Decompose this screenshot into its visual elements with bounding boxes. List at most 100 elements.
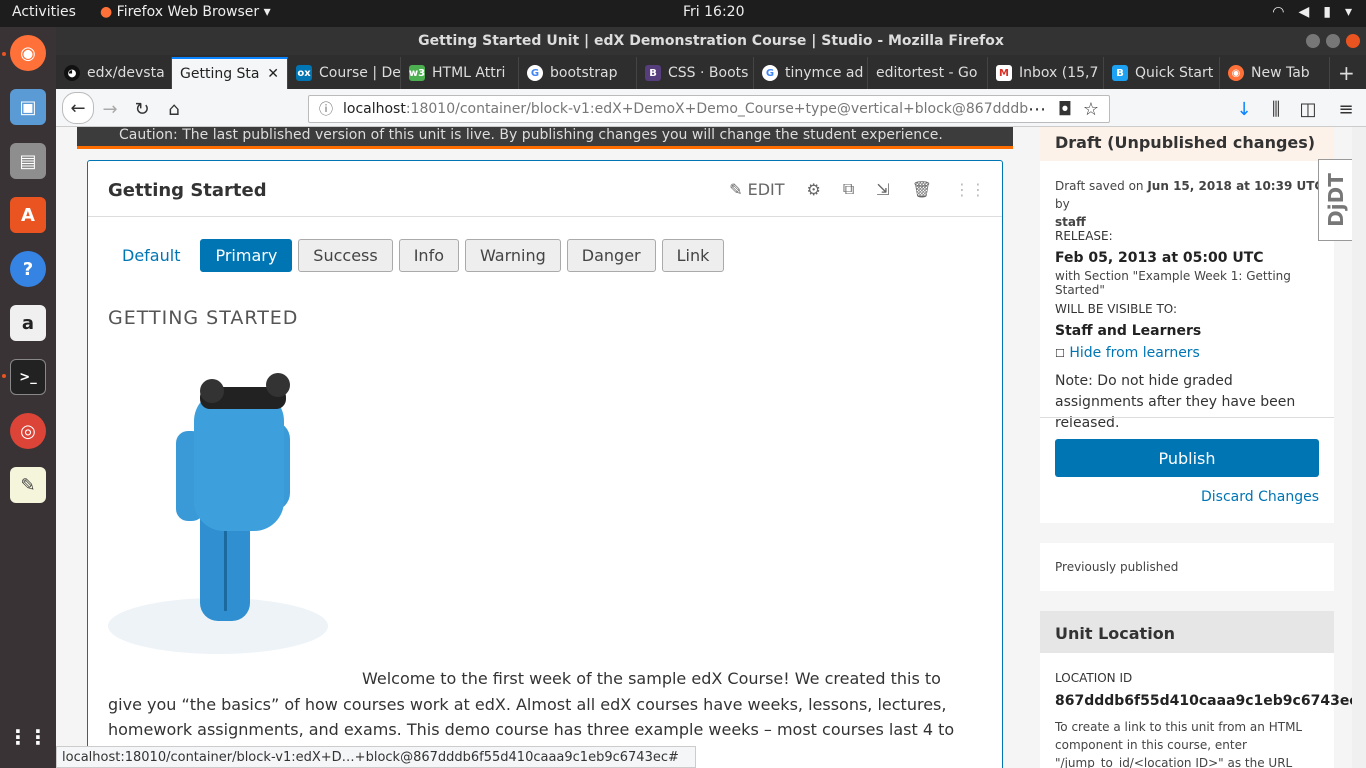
previously-published-panel: Previously published: [1040, 543, 1334, 591]
chevron-down-icon: ▾: [1344, 4, 1352, 20]
edit-label: EDIT: [747, 179, 785, 199]
firefox-icon: ◉: [1228, 65, 1244, 81]
gear-icon[interactable]: ⚙: [807, 180, 821, 199]
tab-css-bootstrap[interactable]: B CSS · Boots: [637, 57, 754, 89]
new-tab-button[interactable]: +: [1330, 57, 1366, 89]
danger-button[interactable]: Danger: [566, 239, 656, 272]
firefox-icon[interactable]: ◉: [10, 35, 46, 71]
window-titlebar: Getting Started Unit | edX Demonstration…: [56, 27, 1366, 55]
bookmark-star-icon[interactable]: ☆: [1080, 95, 1102, 123]
hide-from-learners-checkbox[interactable]: ☐ Hide from learners: [1055, 345, 1200, 361]
app-grid-icon[interactable]: ⋮⋮: [8, 719, 48, 755]
files-icon[interactable]: ▤: [10, 143, 46, 179]
minimize-button[interactable]: [1306, 34, 1320, 48]
url-host: localhost: [343, 101, 406, 117]
dock: ◉ ▣ ▤ A ? a >_ ◎ ✎ ⋮⋮: [0, 27, 56, 768]
page-actions-icon[interactable]: ⋯: [1028, 95, 1046, 123]
tab-label: bootstrap: [550, 65, 618, 81]
sidebar-icon[interactable]: ◫: [1294, 95, 1322, 123]
default-button[interactable]: Default: [108, 239, 194, 272]
tab-label: Getting Sta: [180, 66, 260, 82]
window-title: Getting Started Unit | edX Demonstration…: [418, 33, 1004, 49]
xblock-header: Getting Started ✎ EDIT ⚙ ⧉ ⇲ 🗑 ⋮⋮: [88, 161, 1002, 217]
tab-quick-start[interactable]: B Quick Start: [1104, 57, 1220, 89]
tab-getting-started[interactable]: Getting Sta ✕: [172, 57, 288, 89]
duplicate-icon[interactable]: ⧉: [843, 179, 854, 199]
warning-button[interactable]: Warning: [464, 239, 561, 272]
navigation-toolbar: ← → ↻ ⌂ ⓘ localhost:18010/container/bloc…: [56, 89, 1366, 127]
tab-bar: ◕ edx/devsta Getting Sta ✕ ox Course | D…: [56, 55, 1366, 89]
close-tab-icon[interactable]: ✕: [267, 66, 279, 82]
amazon-icon[interactable]: a: [10, 305, 46, 341]
tab-new-tab[interactable]: ◉ New Tab: [1220, 57, 1330, 89]
forward-button[interactable]: →: [96, 95, 124, 123]
library-icon[interactable]: ⫼: [1262, 95, 1290, 123]
pencil-icon: ✎: [729, 179, 743, 199]
text-editor-icon[interactable]: ✎: [10, 467, 46, 503]
terminal-icon[interactable]: >_: [10, 359, 46, 395]
tab-html-attributes[interactable]: w3 HTML Attri: [401, 57, 519, 89]
tab-editortest[interactable]: editortest - Go: [868, 57, 988, 89]
software-center-icon[interactable]: A: [10, 197, 46, 233]
drag-handle-icon[interactable]: ⋮⋮: [954, 180, 986, 199]
chrome-icon[interactable]: ◎: [10, 413, 46, 449]
home-button[interactable]: ⌂: [160, 95, 188, 123]
hide-note: Note: Do not hide graded assignments aft…: [1055, 373, 1296, 431]
djdt-label: DjDT: [1324, 173, 1349, 227]
draft-saved-info: Draft saved on Jun 15, 2018 at 10:39 UTC…: [1055, 179, 1324, 229]
maximize-button[interactable]: [1326, 34, 1340, 48]
app-menu[interactable]: ● Firefox Web Browser ▾: [100, 4, 271, 20]
tab-inbox[interactable]: M Inbox (15,7: [988, 57, 1104, 89]
edit-button[interactable]: ✎ EDIT: [729, 180, 784, 199]
system-tray[interactable]: ◠ ◀ ▮ ▾: [1272, 4, 1352, 20]
help-icon[interactable]: ?: [10, 251, 46, 287]
previously-published-text: Previously published: [1055, 560, 1179, 574]
firefox-icon: ●: [100, 4, 113, 20]
primary-button[interactable]: Primary: [200, 239, 293, 272]
release-label: RELEASE:: [1055, 229, 1113, 243]
url-path: :18010/container/block-v1:edX+DemoX+Demo…: [405, 101, 1029, 117]
move-icon[interactable]: ⇲: [876, 180, 889, 199]
tab-course[interactable]: ox Course | De: [288, 57, 401, 89]
google-icon: G: [527, 65, 543, 81]
tab-label: CSS · Boots: [668, 65, 749, 81]
url-bar[interactable]: ⓘ localhost:18010/container/block-v1:edX…: [308, 95, 1110, 123]
back-button[interactable]: ←: [62, 92, 94, 124]
pocket-icon[interactable]: ◘: [1054, 95, 1076, 123]
tab-tinymce[interactable]: G tinymce ad: [754, 57, 868, 89]
visible-value: Staff and Learners: [1055, 323, 1202, 339]
tab-label: Quick Start: [1135, 65, 1214, 81]
status-title: Draft (Unpublished changes): [1040, 127, 1334, 161]
tab-label: edx/devsta: [87, 65, 165, 81]
download-icon[interactable]: ↓: [1230, 95, 1258, 123]
close-window-button[interactable]: [1346, 34, 1360, 48]
hide-label: Hide from learners: [1069, 345, 1200, 361]
info-button[interactable]: Info: [398, 239, 459, 272]
tab-edx-devstack[interactable]: ◕ edx/devsta: [56, 57, 172, 89]
visible-label: WILL BE VISIBLE TO:: [1055, 302, 1178, 316]
link-button[interactable]: Link: [661, 239, 725, 272]
quickstart-icon: B: [1112, 65, 1128, 81]
image-viewer-icon[interactable]: ▣: [10, 89, 46, 125]
tab-label: HTML Attri: [432, 65, 506, 81]
xblock-component: Getting Started ✎ EDIT ⚙ ⧉ ⇲ 🗑 ⋮⋮ Defaul…: [87, 160, 1003, 768]
success-button[interactable]: Success: [298, 239, 393, 272]
discard-changes-link[interactable]: Discard Changes: [1201, 489, 1319, 505]
checkbox-icon[interactable]: ☐: [1055, 347, 1065, 360]
clock[interactable]: Fri 16:20: [683, 4, 744, 20]
info-icon[interactable]: ⓘ: [319, 99, 333, 119]
studio-page: Caution: The last published version of t…: [56, 127, 1352, 768]
tab-bootstrap-search[interactable]: G bootstrap: [519, 57, 637, 89]
link-status-url: localhost:18010/container/block-v1:edX+D…: [56, 746, 696, 768]
reload-button[interactable]: ↻: [128, 95, 156, 123]
bootstrap-icon: B: [645, 65, 661, 81]
menu-icon[interactable]: ≡: [1332, 95, 1360, 123]
publish-button[interactable]: Publish: [1055, 439, 1319, 477]
tab-label: editortest - Go: [876, 65, 978, 81]
django-debug-toolbar-handle[interactable]: DjDT: [1318, 159, 1352, 241]
tab-label: New Tab: [1251, 65, 1310, 81]
battery-icon: ▮: [1323, 4, 1331, 20]
activities-button[interactable]: Activities: [12, 4, 76, 20]
delete-icon[interactable]: 🗑: [912, 180, 932, 199]
google-icon: G: [762, 65, 778, 81]
